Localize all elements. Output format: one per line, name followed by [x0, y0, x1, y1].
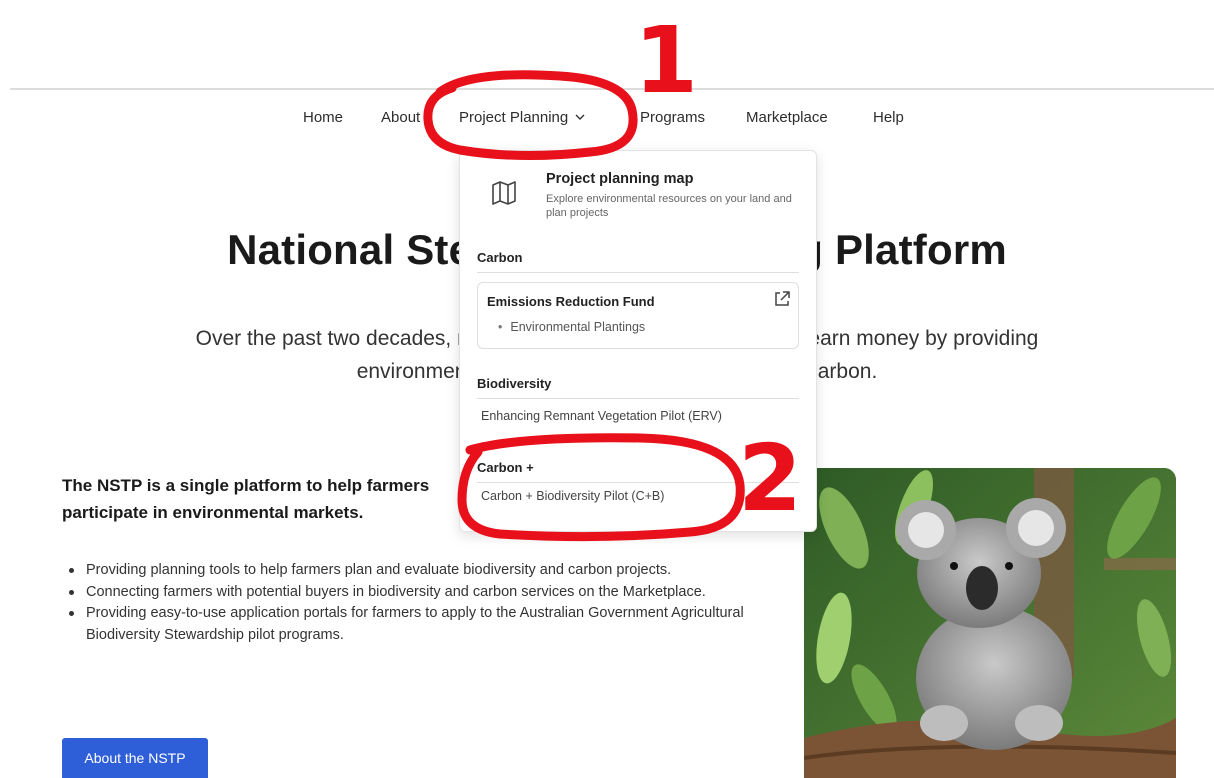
about-nstp-button[interactable]: About the NSTP [62, 738, 208, 778]
project-planning-map-link[interactable]: Project planning map [546, 171, 693, 187]
external-link-icon[interactable] [772, 289, 792, 309]
emissions-reduction-fund-card[interactable]: Emissions Reduction Fund Environmental P… [477, 282, 799, 349]
koala-image [804, 468, 1176, 778]
header-divider [10, 88, 1214, 90]
list-item: Providing easy-to-use application portal… [64, 603, 754, 646]
nav-about[interactable]: About [381, 109, 420, 126]
map-icon [492, 181, 516, 205]
project-planning-dropdown: Project planning map Explore environment… [459, 150, 817, 532]
carbon-biodiversity-pilot-link[interactable]: Carbon + Biodiversity Pilot (C+B) [481, 489, 664, 503]
environmental-plantings-link[interactable]: Environmental Plantings [498, 320, 645, 334]
intro-heading: The NSTP is a single platform to help fa… [62, 476, 430, 522]
nav-project-planning[interactable]: Project Planning [459, 109, 586, 126]
nav-help[interactable]: Help [873, 109, 904, 126]
annotation-number-1: 1 [634, 7, 698, 114]
emissions-reduction-fund-title: Emissions Reduction Fund [487, 294, 655, 309]
chevron-down-icon [575, 114, 585, 120]
nav-home[interactable]: Home [303, 109, 343, 126]
biodiversity-heading: Biodiversity [477, 376, 799, 399]
nav-marketplace[interactable]: Marketplace [746, 109, 828, 126]
carbon-heading: Carbon [477, 250, 799, 273]
main-nav: Home About Project Planning Programs Mar… [0, 109, 1214, 131]
list-item: Providing planning tools to help farmers… [64, 560, 754, 582]
project-planning-map-description: Explore environmental resources on your … [546, 193, 792, 219]
nav-project-planning-label: Project Planning [459, 109, 569, 126]
nav-programs[interactable]: Programs [640, 109, 705, 126]
erv-pilot-link[interactable]: Enhancing Remnant Vegetation Pilot (ERV) [481, 409, 722, 423]
carbon-plus-heading: Carbon + [477, 460, 799, 483]
list-item: Connecting farmers with potential buyers… [64, 582, 754, 604]
feature-list: Providing planning tools to help farmers… [64, 560, 754, 646]
